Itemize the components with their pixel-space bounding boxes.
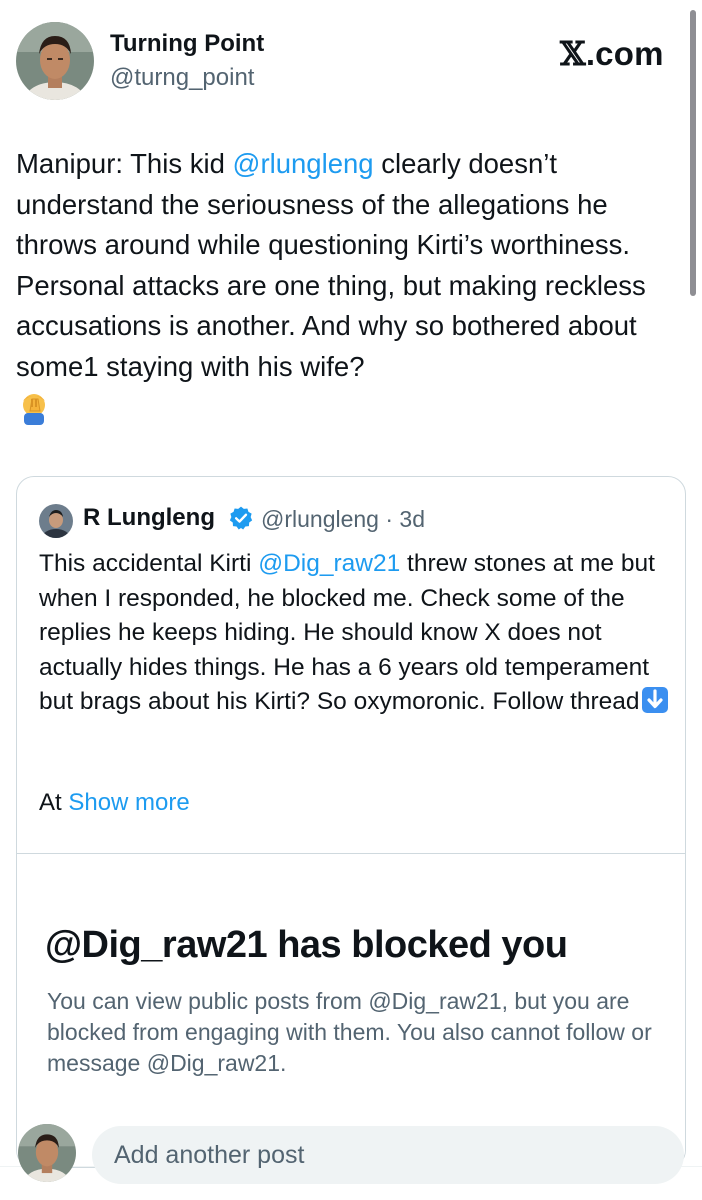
author-avatar[interactable] (16, 22, 94, 100)
blocked-notice-title: @Dig_raw21 has blocked you (45, 924, 568, 966)
author-handle[interactable]: @turng_point (110, 64, 254, 92)
quoted-text-part: This accidental Kirti (39, 550, 259, 577)
quoted-author-avatar[interactable] (39, 504, 73, 538)
facepalm-emoji-icon (16, 391, 52, 439)
x-logo: 𝕏.com (560, 34, 664, 73)
quoted-author-name[interactable]: R Lungleng (83, 504, 215, 532)
blocked-notice-description: You can view public posts from @Dig_raw2… (47, 988, 652, 1076)
tweet-text: Manipur: This kid @rlungleng clearly doe… (16, 144, 692, 439)
show-more-link[interactable]: Show more (68, 789, 189, 816)
x-logo-mark: 𝕏 (560, 34, 586, 73)
add-another-post-input[interactable]: Add another post (92, 1126, 684, 1184)
mention-link[interactable]: @rlungleng (233, 148, 374, 179)
truncated-prefix: At (39, 789, 69, 816)
quoted-handle-and-time[interactable]: @rlungleng · 3d (261, 506, 425, 533)
author-display-name[interactable]: Turning Point (110, 30, 264, 58)
blocked-notice-image[interactable]: @Dig_raw21 has blocked you You can view … (17, 853, 685, 1167)
tweet-text-part: Manipur: This kid (16, 148, 233, 179)
x-logo-suffix: .com (585, 35, 664, 72)
quoted-post-card[interactable]: R Lungleng @rlungleng · 3d This accident… (16, 476, 686, 1168)
add-post-placeholder: Add another post (114, 1141, 305, 1169)
truncated-text: At Show more (39, 789, 190, 817)
down-arrow-emoji-icon (641, 687, 668, 713)
tweet-text-part: clearly doesn’t understand the seriousne… (16, 148, 646, 382)
composer-avatar (18, 1124, 76, 1182)
quoted-mention-link[interactable]: @Dig_raw21 (258, 550, 400, 577)
verified-badge-icon (228, 505, 254, 531)
quoted-post-text: This accidental Kirti @Dig_raw21 threw s… (39, 547, 669, 720)
